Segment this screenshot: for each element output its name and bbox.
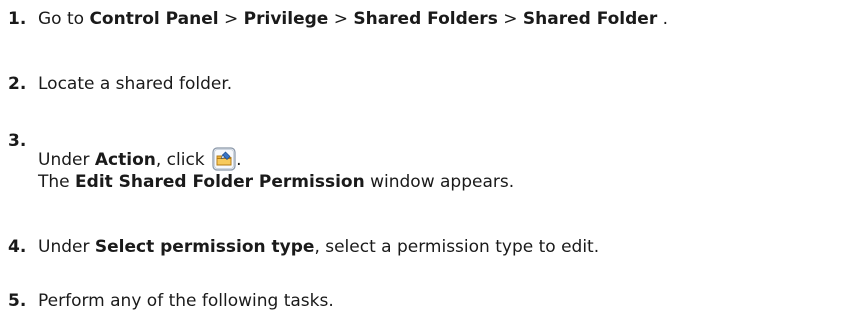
menu-path-privilege: Privilege [243,9,329,29]
step-3-line-2: The Edit Shared Folder Permission window… [38,171,514,193]
step-text: , select a permission type to edit. [314,237,600,257]
step-4: 4. Under Select permission type, select a… [8,236,599,258]
step-number: 3. [8,131,27,151]
step-2: 2. Locate a shared folder. [8,73,232,95]
step-number: 1. [8,9,27,29]
menu-path-shared-folders: Shared Folders [353,9,498,29]
step-number: 5. [8,291,27,311]
step-number: 4. [8,237,27,257]
menu-path-shared-folder: Shared Folder [522,9,658,29]
path-separator: > [224,9,239,29]
permission-type-label: Select permission type [94,237,315,257]
path-separator: > [333,9,348,29]
step-5: 5. Perform any of the following tasks. [8,290,334,312]
step-text: Locate a shared folder. [38,74,233,94]
step-text: Perform any of the following tasks. [38,291,334,311]
procedure-steps: 1. Go to Control Panel > Privilege > Shar… [0,0,858,327]
step-text: The [38,172,70,192]
step-text: Under [38,150,90,170]
step-number: 2. [8,74,27,94]
action-column-label: Action [94,150,156,170]
path-separator: > [503,9,518,29]
step-text: Under [38,237,90,257]
step-end: . [236,150,242,170]
step-text: window appears. [370,172,515,192]
menu-path-control-panel: Control Panel [89,9,219,29]
step-text: Go to [38,9,85,29]
step-1: 1. Go to Control Panel > Privilege > Shar… [8,8,668,30]
window-name: Edit Shared Folder Permission [75,172,365,192]
step-end: . [662,9,669,29]
step-text: , click [155,150,205,170]
